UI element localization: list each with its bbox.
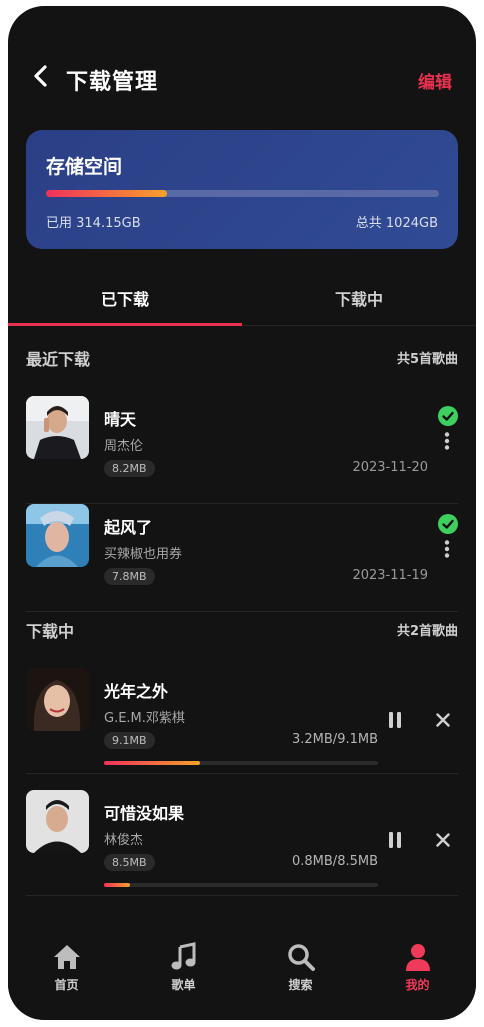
downloading-section-count: 共2首歌曲 — [396, 624, 458, 639]
nav-label: 歌单 — [171, 978, 196, 992]
list-item[interactable]: 起风了 买辣椒也用券 7.8MB 2023-11-19 — [26, 504, 458, 612]
song-artist: 买辣椒也用券 — [104, 547, 183, 562]
storage-bar — [46, 190, 439, 197]
song-artist: G.E.M.邓紫棋 — [104, 711, 185, 726]
song-title: 起风了 — [104, 518, 153, 537]
album-cover — [26, 396, 89, 459]
song-title: 可惜没如果 — [104, 804, 185, 823]
pause-icon[interactable] — [388, 832, 402, 848]
phone-frame: 下载管理 编辑 存储空间 已用 314.15GB 总共 1024GB 已下载 下… — [8, 6, 476, 1020]
tab-bar: 已下载 下载中 — [8, 274, 476, 326]
nav-label: 搜索 — [288, 978, 313, 992]
download-progress-text: 3.2MB/9.1MB — [292, 732, 378, 747]
storage-used: 已用 314.15GB — [46, 216, 141, 231]
download-date: 2023-11-19 — [352, 568, 428, 583]
home-icon — [53, 945, 80, 969]
recent-section-header: 最近下载 共5首歌曲 — [26, 346, 458, 370]
album-cover — [26, 668, 89, 731]
size-badge: 7.8MB — [104, 568, 155, 585]
song-title: 光年之外 — [104, 682, 169, 701]
check-icon — [438, 514, 458, 534]
tab-active-indicator — [8, 323, 242, 326]
more-vertical-icon[interactable] — [444, 540, 450, 558]
bottom-nav: 首页 歌单 搜索 我的 — [8, 926, 476, 1020]
nav-label: 首页 — [54, 978, 79, 992]
music-note-icon — [171, 942, 195, 970]
check-icon — [438, 406, 458, 426]
album-cover — [26, 504, 89, 567]
download-progress-fill — [104, 761, 200, 765]
nav-item-home[interactable]: 首页 — [8, 942, 125, 993]
downloading-section-header: 下载中 共2首歌曲 — [26, 618, 458, 642]
album-cover — [26, 790, 89, 853]
storage-title: 存储空间 — [46, 156, 123, 178]
list-item[interactable]: 可惜没如果 林俊杰 8.5MB 0.8MB/8.5MB — [26, 790, 458, 896]
storage-bar-fill — [46, 190, 167, 197]
downloading-section-title: 下载中 — [26, 622, 75, 641]
nav-item-search[interactable]: 搜索 — [242, 942, 359, 993]
download-progress-text: 0.8MB/8.5MB — [292, 854, 378, 869]
user-icon — [405, 944, 430, 971]
storage-total: 总共 1024GB — [355, 216, 438, 231]
song-title: 晴天 — [104, 410, 137, 429]
search-icon — [287, 944, 315, 971]
song-artist: 林俊杰 — [104, 833, 144, 848]
recent-section-count: 共5首歌曲 — [396, 352, 458, 367]
song-artist: 周杰伦 — [104, 439, 144, 454]
download-date: 2023-11-20 — [352, 460, 428, 475]
back-arrow-icon[interactable] — [32, 64, 50, 88]
recent-section-title: 最近下载 — [26, 350, 91, 369]
size-badge: 8.5MB — [104, 854, 155, 871]
page-title: 下载管理 — [66, 70, 159, 95]
nav-item-playlist[interactable]: 歌单 — [125, 942, 242, 993]
size-badge: 9.1MB — [104, 732, 155, 749]
size-badge: 8.2MB — [104, 460, 155, 477]
download-progress-bar — [104, 883, 378, 887]
edit-button[interactable]: 编辑 — [418, 68, 452, 93]
list-item[interactable]: 晴天 周杰伦 8.2MB 2023-11-20 — [26, 396, 458, 504]
list-item[interactable]: 光年之外 G.E.M.邓紫棋 9.1MB 3.2MB/9.1MB — [26, 668, 458, 774]
nav-item-mine[interactable]: 我的 — [359, 942, 476, 993]
pause-icon[interactable] — [388, 712, 402, 728]
tab-downloading[interactable]: 下载中 — [242, 286, 476, 310]
header: 下载管理 编辑 — [8, 6, 476, 116]
download-progress-bar — [104, 761, 378, 765]
more-vertical-icon[interactable] — [444, 432, 450, 450]
download-progress-fill — [104, 883, 130, 887]
nav-label: 我的 — [405, 978, 430, 992]
close-icon[interactable] — [436, 833, 450, 847]
tab-downloaded[interactable]: 已下载 — [8, 286, 242, 310]
storage-card: 存储空间 已用 314.15GB 总共 1024GB — [26, 130, 458, 249]
close-icon[interactable] — [436, 713, 450, 727]
